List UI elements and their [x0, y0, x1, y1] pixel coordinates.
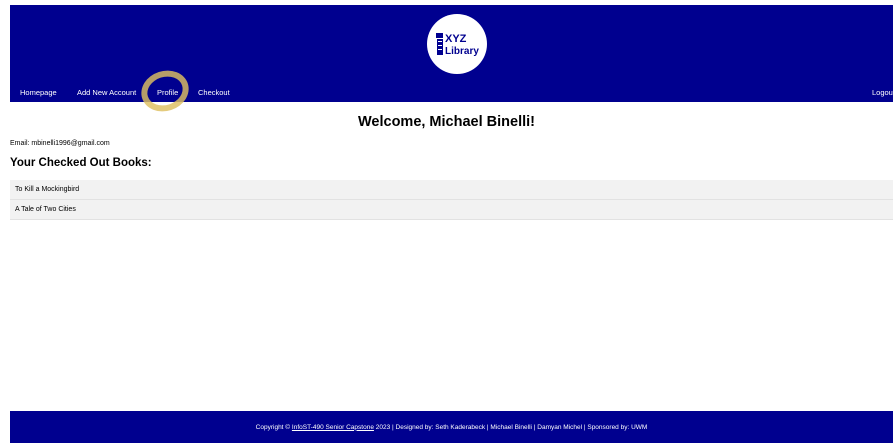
checked-out-book-list: To Kill a Mockingbird A Tale of Two Citi…	[10, 180, 893, 220]
footer-capstone-link[interactable]: InfoST-490 Senior Capstone	[292, 424, 374, 431]
footer-credits: 2023 | Designed by: Seth Kaderabeck | Mi…	[375, 423, 648, 431]
book-list-item: To Kill a Mockingbird	[10, 180, 893, 200]
nav-profile[interactable]: Profile	[157, 88, 178, 97]
checked-out-heading: Your Checked Out Books:	[10, 157, 152, 169]
nav-add-new-account[interactable]: Add New Account	[77, 88, 136, 97]
nav-logout[interactable]: Logout	[872, 88, 893, 97]
site-footer: Copyright © InfoST-490 Senior Capstone 2…	[10, 411, 893, 443]
main-nav: Homepage Add New Account Profile Checkou…	[10, 85, 893, 102]
footer-copyright-prefix: Copyright ©	[255, 423, 291, 431]
user-email: Email: mbinelli1996@gmail.com	[10, 140, 110, 147]
library-logo[interactable]: XYZ Library	[427, 14, 487, 74]
library-logo-icon: XYZ Library	[436, 33, 479, 57]
page: XYZ Library Homepage Add New Account Pro…	[0, 0, 893, 443]
logo-text-line1: XYZ	[445, 33, 467, 45]
nav-homepage[interactable]: Homepage	[20, 88, 57, 97]
nav-checkout[interactable]: Checkout	[198, 88, 230, 97]
book-list-item: A Tale of Two Cities	[10, 200, 893, 220]
logo-text-line2: Library	[445, 46, 479, 57]
site-header: XYZ Library Homepage Add New Account Pro…	[10, 5, 893, 102]
welcome-heading: Welcome, Michael Binelli!	[357, 114, 535, 130]
